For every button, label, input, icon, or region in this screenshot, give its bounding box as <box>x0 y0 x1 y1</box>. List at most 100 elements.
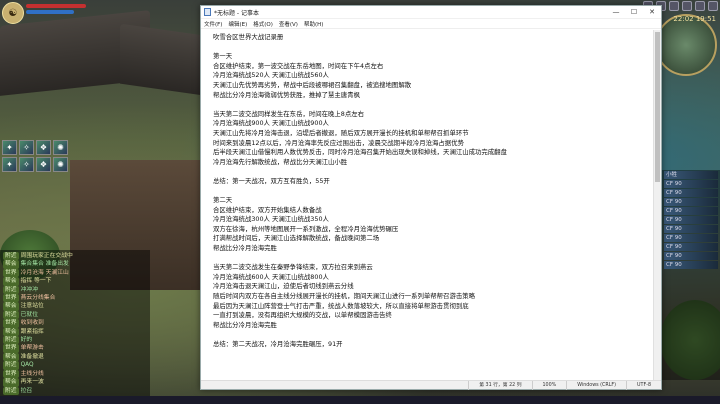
notepad-icon <box>204 8 211 16</box>
building-roof <box>120 23 210 97</box>
screen: ☯ ✦ ✧ ❖ ✺ ✦ ✧ ❖ ✺ 附近 周围玩家正在交战中 帮会 集合集合 准备出发… <box>0 0 720 404</box>
team-member[interactable]: 小牲 <box>664 171 718 179</box>
player-avatar-icon[interactable]: ☯ <box>2 2 24 24</box>
chat-message: 世界 燕云分线集合 <box>3 294 147 303</box>
chat-channel-tag[interactable]: 帮会 <box>3 260 19 269</box>
status-bar: 第 31 行，第 22 列 100% Windows (CRLF) UTF-8 <box>201 380 661 390</box>
menu-bar: 文件(F) 编辑(E) 格式(O) 查看(V) 帮助(H) <box>201 19 661 29</box>
text-line: 一直打到凌晨，没有再组织大规模的交战，以单帮模固游击告终 <box>213 311 392 320</box>
close-button[interactable]: ✕ <box>643 6 661 19</box>
chat-channel-tag[interactable]: 帮会 <box>3 327 19 337</box>
chat-message: 世界 主线分线 <box>3 369 147 379</box>
menu-icon[interactable] <box>669 1 679 11</box>
maximize-button[interactable]: ☐ <box>625 6 643 19</box>
team-member[interactable]: CF 90 <box>664 243 718 251</box>
menu-item[interactable]: 帮助(H) <box>304 20 323 28</box>
text-line: 帮战比分冷月沧海完胜 <box>213 320 277 329</box>
chat-text: 好的 <box>20 337 33 344</box>
chat-message: 帮会 跟紧指挥 <box>3 327 147 337</box>
skill-icon[interactable]: ✦ <box>2 140 17 155</box>
chat-text: 拉召 <box>20 387 33 394</box>
chat-channel-tag[interactable]: 附近 <box>3 252 19 261</box>
chat-message: 世界 冷月沧海 天澜江山 <box>3 268 147 278</box>
minimize-button[interactable]: — <box>607 6 625 19</box>
team-member[interactable]: CF 90 <box>664 261 718 269</box>
chat-channel-tag[interactable]: 世界 <box>3 294 19 303</box>
menu-item[interactable]: 格式(O) <box>253 20 273 28</box>
team-member[interactable]: CF 90 <box>664 225 718 233</box>
menu-icon[interactable] <box>708 1 718 11</box>
chat-message: 帮会 指挥 等一下 <box>3 277 147 286</box>
skill-icon[interactable]: ✦ <box>2 157 17 172</box>
chat-channel-tag[interactable]: 帮会 <box>3 352 19 362</box>
chat-channel-tag[interactable]: 帮会 <box>3 378 19 387</box>
text-line: 第一天 <box>213 52 233 61</box>
skill-icon[interactable]: ✺ <box>53 140 68 155</box>
menu-item[interactable]: 编辑(E) <box>228 20 247 28</box>
chat-text: 冲冲冲 <box>20 286 39 293</box>
team-member[interactable]: CF 90 <box>664 252 718 260</box>
chat-channel-tag[interactable]: 世界 <box>3 319 19 328</box>
chat-channel-tag[interactable]: 帮会 <box>3 277 19 286</box>
encoding: UTF-8 <box>626 380 661 390</box>
team-member[interactable]: CF 90 <box>664 216 718 224</box>
text-line: 天澜江山先将冷月沧海击退，沿堤后者撤退，随后双方展开漫长的挂机和单帮帮召抓单环节 <box>213 128 469 137</box>
scrollbar-thumb[interactable] <box>655 32 660 182</box>
chat-channel-tag[interactable]: 附近 <box>3 310 19 320</box>
chat-channel-tag[interactable]: 帮会 <box>3 302 19 311</box>
team-member[interactable]: CF 90 <box>664 198 718 206</box>
minimap[interactable] <box>655 14 717 76</box>
skill-icon[interactable]: ✧ <box>19 140 34 155</box>
chat-text: QAQ <box>20 362 34 369</box>
chat-channel-tag[interactable]: 附近 <box>3 336 19 345</box>
text-editor[interactable]: 吹雪合区世界大战记录册 第一天 合区维护结束，第一波交战在东岳地图，时间在下午4点左… <box>201 30 653 380</box>
chat-channel-tag[interactable]: 附近 <box>3 361 19 370</box>
chat-message: 附近 好的 <box>3 336 147 345</box>
text-line: 双方在徐海，杭州等地图展开一系列激战，全程冷月沧海优势碾压 <box>213 224 399 233</box>
chat-channel-tag[interactable]: 世界 <box>3 344 19 353</box>
vertical-scrollbar[interactable] <box>653 30 661 380</box>
skill-icon[interactable]: ✺ <box>53 157 68 172</box>
chat-channel-tag[interactable]: 世界 <box>3 268 19 278</box>
skill-icon[interactable]: ❖ <box>36 140 51 155</box>
text-line: 冷月沧海先行解散统战，帮战比分天澜江山小胜 <box>213 157 348 166</box>
chat-text: 指挥 等一下 <box>20 278 52 285</box>
menu-item[interactable]: 文件(F) <box>204 20 222 28</box>
line-ending: Windows (CRLF) <box>566 380 626 390</box>
chat-message: 帮会 集合集合 准备出发 <box>3 260 147 269</box>
team-member[interactable]: CF 90 <box>664 180 718 188</box>
notepad-window[interactable]: *无标题 - 记事本 — ☐ ✕ 文件(F) 编辑(E) 格式(O) 查看(V) 帮助(… <box>200 5 662 390</box>
chat-channel-tag[interactable]: 附近 <box>3 386 19 395</box>
chat-channel-tag[interactable]: 附近 <box>3 285 19 295</box>
team-member[interactable]: CF 90 <box>664 189 718 197</box>
player-status-bars <box>26 4 86 16</box>
chat-text: 周围玩家正在交战中 <box>20 253 73 259</box>
skill-icon[interactable]: ✧ <box>19 157 34 172</box>
text-line: 总结：第一天战况，双方互有胜负，55开 <box>213 176 330 185</box>
chat-text: 收到收到 <box>20 320 44 327</box>
skill-icon[interactable]: ❖ <box>36 157 51 172</box>
chat-message: 附近 QAQ <box>3 361 147 370</box>
text-line <box>213 187 641 197</box>
menu-item[interactable]: 查看(V) <box>279 20 298 28</box>
text-line: 吹雪合区世界大战记录册 <box>213 33 284 41</box>
text-line: 冷月沧海统战900人 天澜江山统战900人 <box>213 119 329 128</box>
text-line: 冷月沧海统战600人 天澜江山统战800人 <box>213 272 329 281</box>
team-member[interactable]: CF 90 <box>664 207 718 215</box>
chat-message: 帮会 再来一波 <box>3 378 147 387</box>
chat-text: 主线分线 <box>20 370 44 377</box>
taskbar <box>0 396 720 404</box>
menu-icon[interactable] <box>695 1 705 11</box>
menu-icon[interactable] <box>682 1 692 11</box>
chat-message: 帮会 准备撤退 <box>3 352 147 362</box>
chat-channel-tag[interactable]: 世界 <box>3 369 19 379</box>
chat-panel[interactable]: 附近 周围玩家正在交战中 帮会 集合集合 准备出发 世界 冷月沧海 天澜江山 帮会 指挥 等一… <box>0 250 150 398</box>
text-line <box>213 330 641 340</box>
chat-text: 再来一波 <box>20 379 44 386</box>
team-member[interactable]: CF 90 <box>664 234 718 242</box>
chat-message: 世界 单帮游击 <box>3 344 147 353</box>
title-bar[interactable]: *无标题 - 记事本 — ☐ ✕ <box>201 6 661 19</box>
team-list[interactable]: 小牲 CF 90 CF 90 CF 90 CF 90 CF 90 CF 90 CF 90 CF … <box>662 170 720 380</box>
chat-text: 跟紧指挥 <box>20 328 44 335</box>
chat-message: 帮会 注意站位 <box>3 302 147 311</box>
